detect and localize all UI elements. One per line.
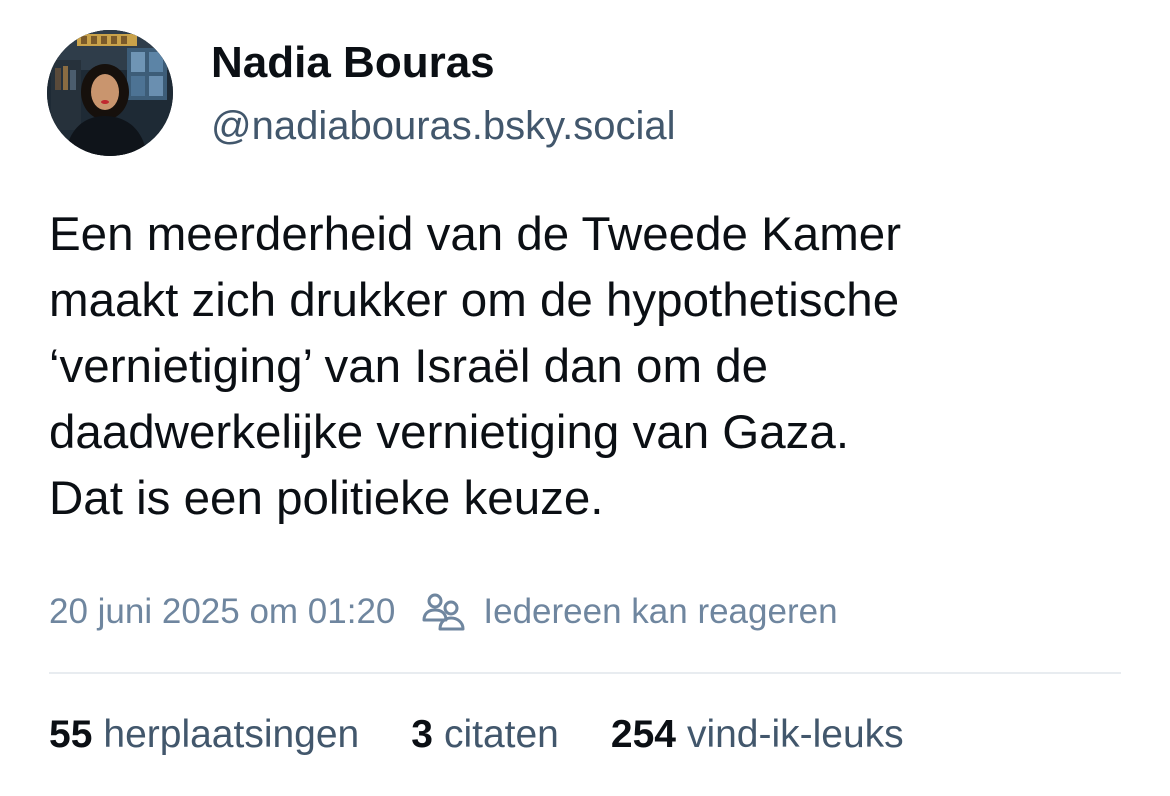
avatar[interactable] — [47, 30, 173, 156]
post-text-line: Een meerderheid van de Tweede Kamer — [49, 208, 902, 261]
post-timestamp[interactable]: 20 juni 2025 om 01:20 — [49, 592, 395, 632]
post-text-line: ‘vernietiging’ van Israël dan om de — [49, 340, 769, 393]
reply-setting[interactable]: Iedereen kan reageren — [483, 592, 837, 632]
likes-count: 254 — [610, 713, 676, 756]
post-stats: 55 herplaatsingen 3 citaten 254 vind-ik-leu… — [49, 713, 904, 757]
reposts-count: 55 — [49, 713, 93, 756]
likes-label: vind-ik-leuks — [686, 713, 904, 756]
quotes-stat[interactable]: 3 citaten — [411, 713, 559, 757]
quotes-label: citaten — [443, 713, 559, 756]
quotes-count: 3 — [411, 713, 433, 756]
post-text-line: maakt zich drukker om de hypothetische — [49, 274, 900, 327]
reposts-label: herplaatsingen — [103, 713, 360, 756]
likes-stat[interactable]: 254 vind-ik-leuks — [611, 713, 904, 757]
author-handle[interactable]: @nadiabouras.bsky.social — [211, 104, 676, 149]
reposts-stat[interactable]: 55 herplaatsingen — [49, 713, 359, 757]
post-text-line: Dat is een politieke keuze. — [49, 472, 604, 525]
post-text-line: daadwerkelijke vernietiging van Gaza. — [49, 406, 850, 459]
post-detail: Nadia Bouras @nadiabouras.bsky.social Ee… — [0, 0, 1170, 796]
people-icon — [421, 589, 467, 635]
post-text: Een meerderheid van de Tweede Kamer maak… — [49, 202, 1139, 532]
divider — [49, 672, 1121, 674]
post-meta: 20 juni 2025 om 01:20 Iedereen kan reage… — [49, 588, 838, 636]
profile-photo — [47, 30, 173, 156]
author-name[interactable]: Nadia Bouras — [211, 38, 495, 88]
